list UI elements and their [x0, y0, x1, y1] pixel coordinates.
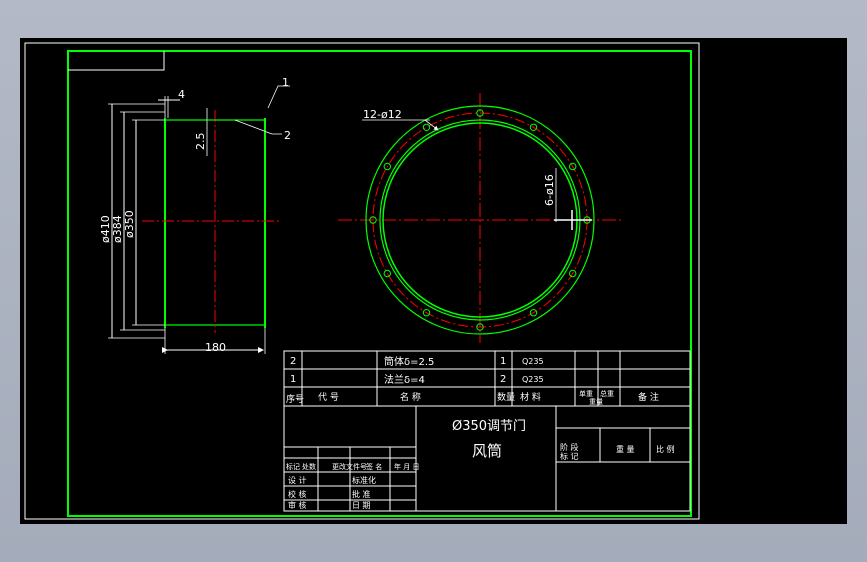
bom-row-index: 1 [290, 374, 296, 385]
sign-col-doc: 更改文件号 [332, 462, 367, 471]
bom-header-material: 材 料 [520, 391, 541, 403]
code-box [68, 51, 165, 71]
bolt-hole [422, 123, 431, 132]
date-label: 日 期 [352, 501, 371, 510]
bom-header-code: 代 号 [318, 392, 339, 403]
sign-col-count: 处数 [302, 462, 316, 471]
leader-holes-arrow [424, 119, 439, 131]
sign-col-date: 年 月 日 [394, 462, 419, 471]
role-check: 校 核 [288, 489, 307, 499]
drawing-title: Ø350调节门 [452, 419, 526, 434]
bom-row-name: 法兰δ=4 [384, 373, 425, 386]
front-view: 12-ø12 6-ø16 [338, 93, 624, 343]
bom-row-name: 筒体δ=2.5 [384, 355, 434, 368]
scale-label: 比 例 [656, 444, 675, 454]
bom-header-note: 备 注 [638, 391, 659, 403]
bom-header-unit-weight: 单重 [579, 389, 593, 398]
bom-header-total-weight: 总重 [600, 389, 614, 398]
outer-frame [24, 42, 700, 520]
cad-viewport: ø410 ø384 ø350 180 4 2.5 1 2 12-ø12 6-ø1… [20, 38, 847, 524]
leader-1 [267, 85, 290, 109]
bom-row-qty: 1 [500, 356, 506, 367]
bom-header-name: 名 称 [400, 391, 421, 403]
approve-label: 批 准 [352, 489, 371, 499]
damper-label: 6-ø16 [543, 174, 556, 206]
dim-thickness: 4 [178, 88, 185, 101]
drawing-sheet: ø410 ø384 ø350 180 4 2.5 1 2 12-ø12 6-ø1… [24, 42, 700, 520]
dim-length: 180 [205, 341, 226, 354]
bom-row-material: Q235 [522, 375, 544, 384]
stage-label: 阶 段 [560, 442, 579, 452]
dim-wall: 2.5 [194, 133, 207, 151]
marking-label: 标 记 [560, 451, 579, 461]
sign-col-sign: 签 名 [366, 462, 382, 471]
weight-label: 重 量 [616, 444, 635, 454]
bom-header-weight: 重量 [589, 398, 603, 406]
bom-header-qty: 数量 [497, 391, 515, 403]
bom-header-seq: 序号 [286, 393, 304, 405]
side-view: ø410 ø384 ø350 180 4 2.5 1 2 [99, 76, 291, 354]
standardization-label: 标准化 [352, 475, 376, 485]
bom-row-material: Q235 [522, 357, 544, 366]
leader-label-2: 2 [284, 129, 291, 142]
role-design: 设 计 [288, 475, 307, 485]
leader-2 [234, 119, 282, 135]
bom-row-qty: 2 [500, 374, 506, 385]
dim-dia-350: ø350 [123, 210, 136, 238]
role-review: 审 核 [288, 500, 307, 510]
sign-col-mark: 标记 [286, 462, 300, 471]
holes-label: 12-ø12 [363, 108, 402, 121]
bom-table: 2 筒体δ=2.5 1 Q235 1 法兰δ=4 2 Q235 序号 代 号 名… [286, 355, 659, 406]
drawing-subtitle: 风筒 [472, 442, 502, 460]
bom-row-index: 2 [290, 356, 296, 367]
leader-label-1: 1 [282, 76, 289, 89]
